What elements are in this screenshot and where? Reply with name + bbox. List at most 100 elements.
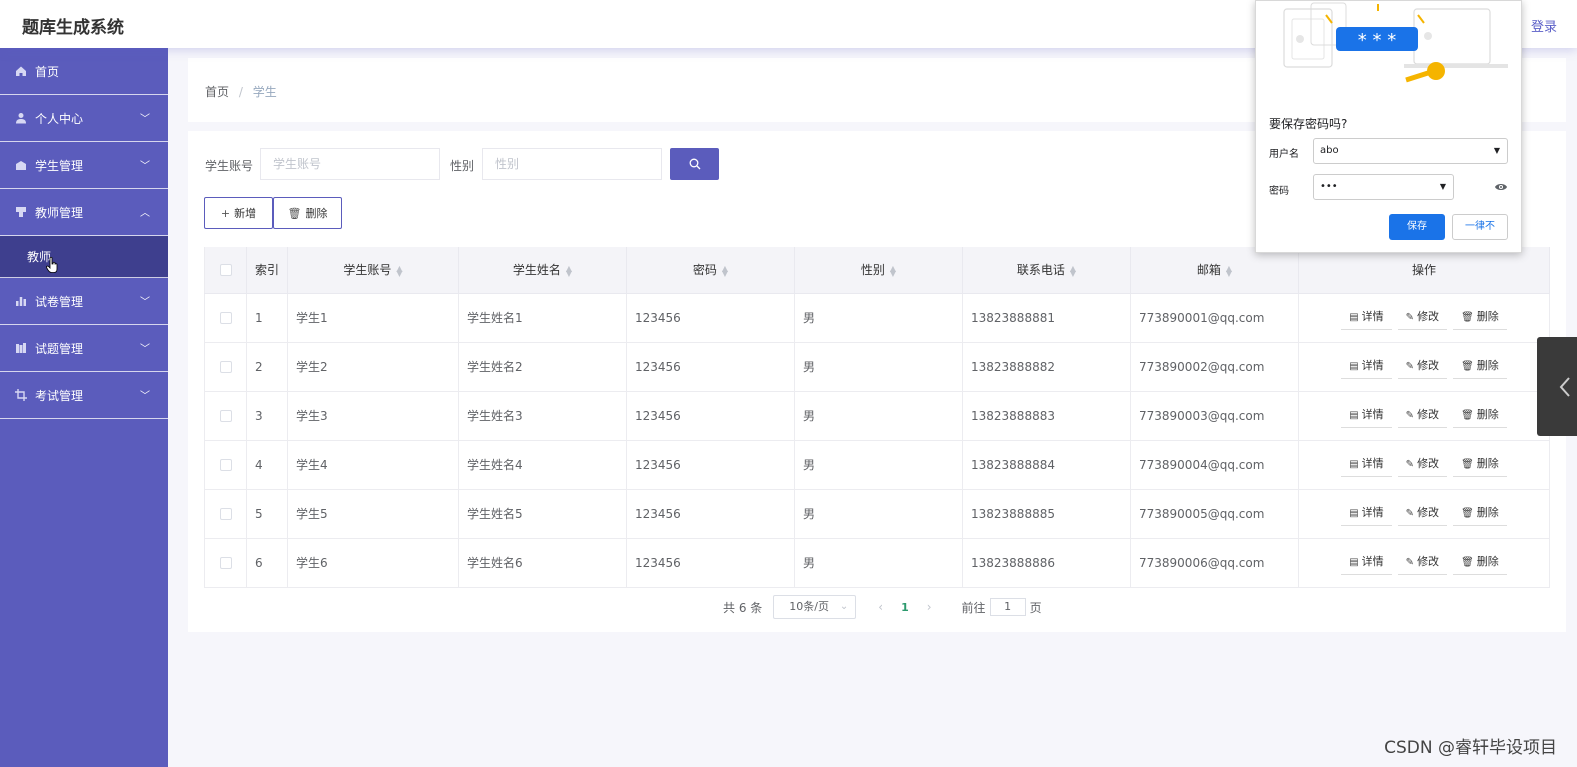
sidebar-subitem-teacher[interactable]: 教师 [0, 236, 168, 278]
table-header-row: 索引 学生账号 ▲ ▼ 学生姓名 ▲ ▼ 密码 ▲ ▼ 性别 ▲ ▼ 联系电话 ▲ ▼ 邮箱 ▲ ▼ 操… [204, 247, 1550, 294]
sort-icon[interactable]: ▲ ▼ [890, 264, 896, 277]
column-header[interactable]: 性别 ▲ ▼ [794, 247, 963, 294]
sort-icon[interactable]: ▲ ▼ [566, 264, 572, 277]
delete-button[interactable]: 🗑 删除 [1453, 355, 1507, 379]
books-icon [15, 342, 27, 354]
password-cell: 123456 [626, 293, 795, 343]
delete-button-label: 删除 [305, 207, 328, 220]
chevron-up-icon: ︿ [140, 208, 150, 219]
sidebar-item-home[interactable]: 首页 [0, 48, 168, 95]
app-title: 题库生成系统 [22, 18, 124, 38]
pencil-icon: ✎ [1405, 556, 1415, 568]
delete-button[interactable]: 🗑 删除 [1453, 404, 1507, 428]
detail-button[interactable]: ▤ 详情 [1341, 502, 1392, 526]
detail-button[interactable]: ▤ 详情 [1341, 355, 1392, 379]
login-link[interactable]: 登录 [1531, 16, 1557, 35]
row-checkbox[interactable] [219, 410, 232, 422]
breadcrumb-home[interactable]: 首页 [205, 85, 229, 99]
edit-button[interactable]: ✎ 修改 [1397, 404, 1448, 428]
plus-icon: + [220, 206, 231, 220]
username-field[interactable]: abo ▼ [1313, 138, 1508, 164]
sidebar-item-label: 个人中心 [35, 111, 84, 126]
save-password-button[interactable]: 保存 [1389, 214, 1445, 240]
name-cell: 学生姓名4 [458, 440, 627, 490]
next-page-icon[interactable]: › [927, 600, 932, 614]
index-cell: 1 [246, 293, 288, 343]
sort-icon[interactable]: ▲ ▼ [722, 264, 728, 277]
batch-delete-button[interactable]: 🗑 删除 [273, 197, 342, 229]
detail-button[interactable]: ▤ 详情 [1341, 551, 1392, 575]
delete-button[interactable]: 🗑 删除 [1453, 306, 1507, 330]
edit-button[interactable]: ✎ 修改 [1397, 306, 1448, 330]
column-header[interactable]: 密码 ▲ ▼ [626, 247, 795, 294]
breadcrumb-separator: / [238, 85, 243, 99]
edit-button[interactable]: ✎ 修改 [1397, 502, 1448, 526]
email-cell: 773890004@qq.com [1130, 440, 1299, 490]
email-cell: 773890005@qq.com [1130, 489, 1299, 539]
trash-icon: 🗑 [1461, 360, 1474, 372]
search-button[interactable] [670, 148, 719, 180]
edit-button[interactable]: ✎ 修改 [1397, 453, 1448, 477]
gender-search-input[interactable]: 性别 [482, 148, 662, 180]
eye-icon[interactable] [1494, 181, 1508, 193]
page-size-select[interactable]: 10条/页 ⌄ [773, 595, 857, 619]
page-number-current[interactable]: 1 [901, 601, 909, 614]
user-icon [15, 112, 27, 124]
account-cell: 学生6 [287, 538, 459, 588]
goto-page-input[interactable]: 1 [989, 598, 1026, 616]
operations-cell: ▤ 详情 ✎ 修改 🗑 删除 [1298, 440, 1550, 490]
gender-cell: 男 [794, 489, 963, 539]
row-checkbox[interactable] [219, 508, 232, 520]
row-checkbox[interactable] [219, 312, 232, 324]
row-checkbox[interactable] [219, 459, 232, 471]
checkbox-cell [204, 391, 247, 441]
chevron-down-icon: ﹀ [140, 344, 150, 355]
select-all-cell [204, 247, 247, 294]
delete-button[interactable]: 🗑 删除 [1453, 502, 1507, 526]
sidebar-item-personal-center[interactable]: 个人中心 ﹀ [0, 95, 168, 142]
never-save-button[interactable]: 一律不 [1452, 214, 1508, 240]
pagination: 共 6 条 10条/页 ⌄ ‹ 1 › 前往 1 页 [723, 595, 1042, 619]
detail-button[interactable]: ▤ 详情 [1341, 306, 1392, 330]
column-header[interactable]: 联系电话 ▲ ▼ [962, 247, 1131, 294]
edit-button[interactable]: ✎ 修改 [1397, 355, 1448, 379]
breadcrumb-current: 学生 [252, 85, 277, 99]
delete-button[interactable]: 🗑 删除 [1453, 551, 1507, 575]
side-drawer-toggle[interactable] [1537, 337, 1577, 436]
chevron-down-icon: ⌄ [839, 601, 849, 612]
sidebar-item-paper-management[interactable]: 试卷管理 ﹀ [0, 278, 168, 325]
sort-icon[interactable]: ▲ ▼ [1226, 264, 1232, 277]
sidebar-item-student-management[interactable]: 学生管理 ﹀ [0, 142, 168, 189]
select-all-checkbox[interactable] [219, 264, 232, 277]
column-header[interactable]: 邮箱 ▲ ▼ [1130, 247, 1299, 294]
prev-page-icon[interactable]: ‹ [878, 600, 883, 614]
column-header: 索引 [246, 247, 288, 294]
sort-icon[interactable]: ▲ ▼ [396, 264, 402, 277]
gender-cell: 男 [794, 293, 963, 343]
name-cell: 学生姓名5 [458, 489, 627, 539]
document-icon: ▤ [1349, 311, 1359, 323]
detail-button[interactable]: ▤ 详情 [1341, 453, 1392, 477]
row-checkbox[interactable] [219, 557, 232, 569]
sidebar-item-question-management[interactable]: 试题管理 ﹀ [0, 325, 168, 372]
index-cell: 6 [246, 538, 288, 588]
email-cell: 773890002@qq.com [1130, 342, 1299, 392]
detail-button[interactable]: ▤ 详情 [1341, 404, 1392, 428]
phone-cell: 13823888885 [962, 489, 1131, 539]
sidebar-item-teacher-management[interactable]: 教师管理 ︿ [0, 189, 168, 236]
account-search-input[interactable]: 学生账号 [260, 148, 440, 180]
password-cell: 123456 [626, 342, 795, 392]
edit-button[interactable]: ✎ 修改 [1397, 551, 1448, 575]
add-button[interactable]: + 新增 [204, 197, 273, 229]
document-icon: ▤ [1349, 458, 1359, 470]
column-header[interactable]: 学生姓名 ▲ ▼ [458, 247, 627, 294]
sidebar-item-exam-management[interactable]: 考试管理 ﹀ [0, 372, 168, 419]
delete-button[interactable]: 🗑 删除 [1453, 453, 1507, 477]
password-field[interactable]: ••• ▼ [1313, 174, 1454, 200]
pencil-icon: ✎ [1405, 311, 1415, 323]
row-checkbox[interactable] [219, 361, 232, 373]
pencil-icon: ✎ [1405, 360, 1415, 372]
account-search-label: 学生账号 [205, 159, 254, 173]
column-header[interactable]: 学生账号 ▲ ▼ [287, 247, 459, 294]
sort-icon[interactable]: ▲ ▼ [1070, 264, 1076, 277]
